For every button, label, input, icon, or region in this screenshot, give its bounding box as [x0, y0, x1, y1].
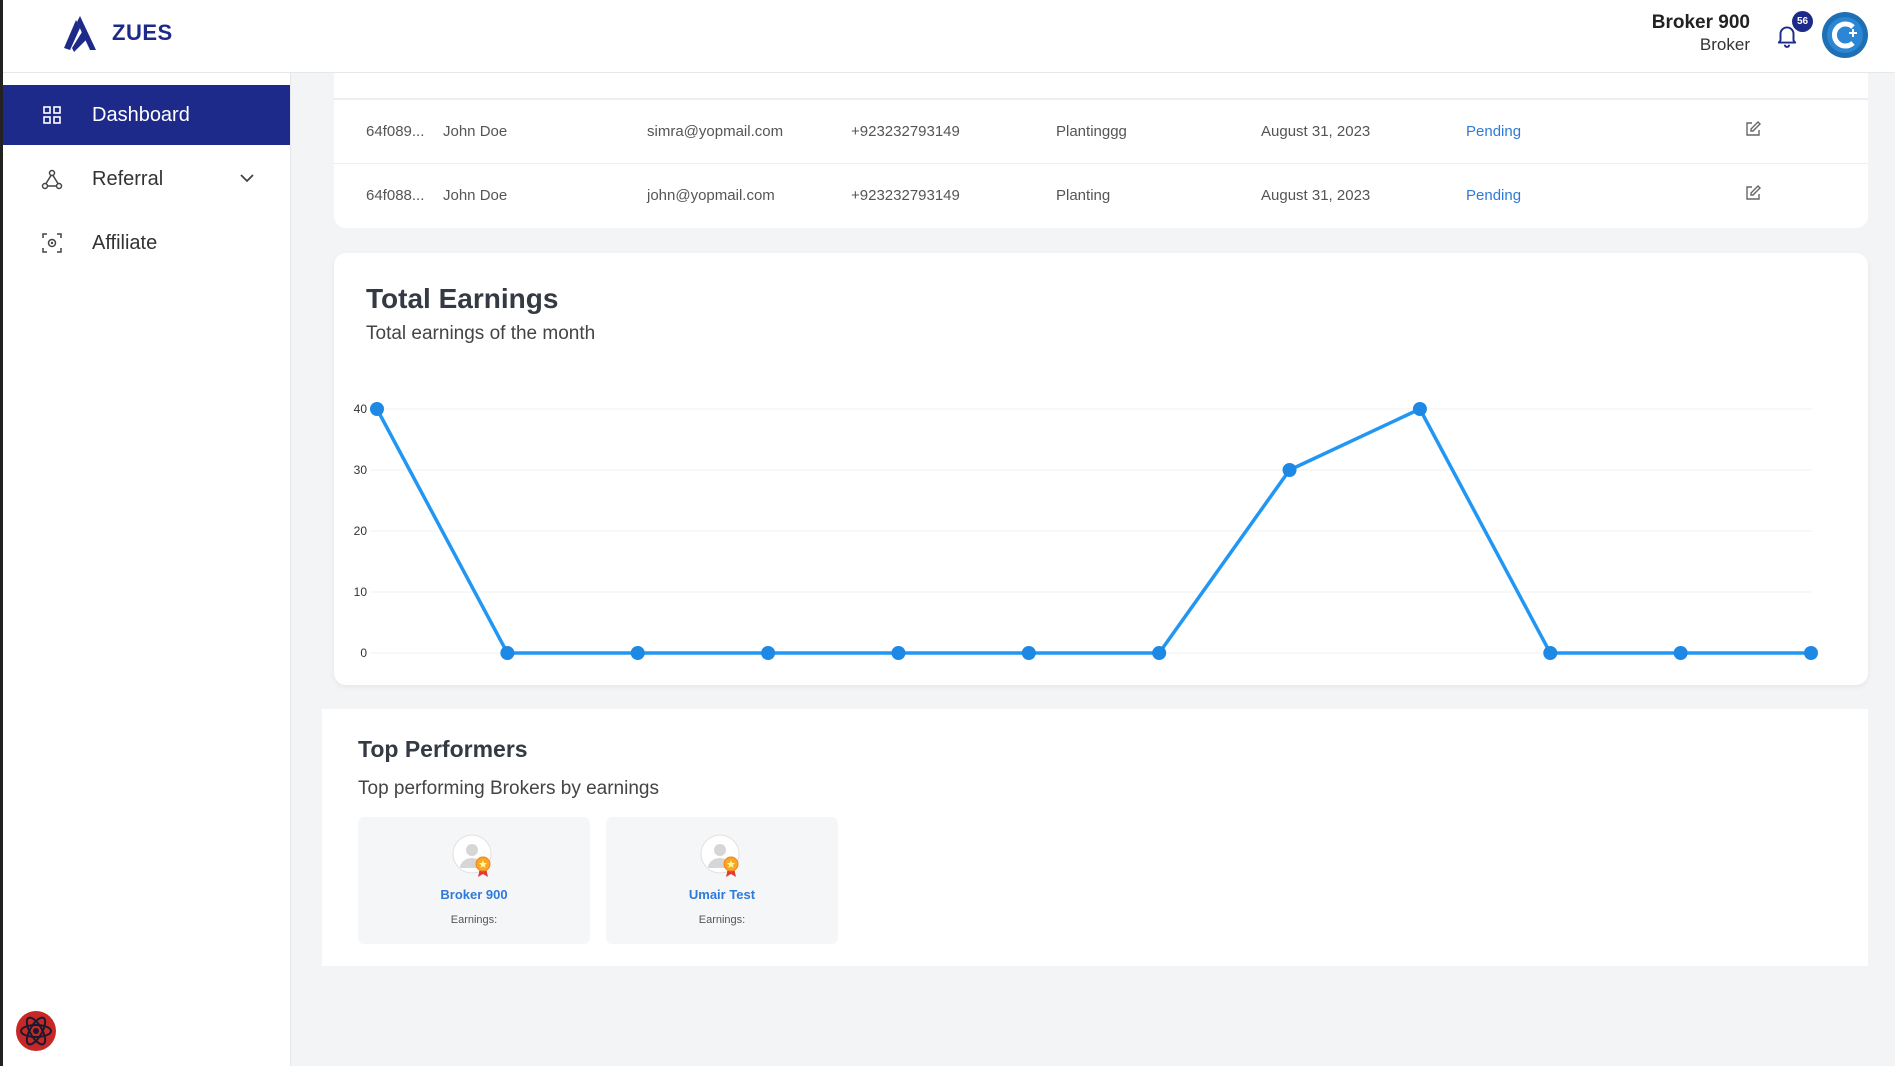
performer-name: Broker 900 [440, 887, 508, 902]
sidebar-item-dashboard[interactable]: Dashboard [3, 85, 290, 145]
performer-card[interactable]: Broker 900 Earnings: [358, 817, 590, 944]
cell-id: 64f089... [366, 123, 425, 140]
cell-name: John Doe [443, 123, 508, 140]
status-badge: Pending [1466, 123, 1522, 140]
table-row[interactable]: 64f088... John Doe john@yopmail.com +923… [334, 163, 1868, 227]
data-point [370, 402, 384, 416]
status-badge: Pending [1466, 187, 1522, 204]
total-earnings-card: 0 10 20 30 40 Total Earnings Total earnings … [334, 253, 1868, 685]
cell-phone: +923232793149 [851, 187, 960, 204]
data-point [761, 646, 776, 660]
cell-phone: +923232793149 [851, 123, 960, 140]
top-performers-title: Top Performers [358, 736, 528, 762]
table-row[interactable]: 64f089... John Doe simra@yopmail.com +92… [334, 99, 1868, 163]
sidebar-item-label: Referral [92, 167, 164, 190]
window-edge [0, 0, 3, 1066]
sidebar-item-affiliate[interactable]: Affiliate [3, 213, 290, 273]
top-header: ZUES Broker 900 Broker 56 [0, 0, 1895, 73]
user-name: Broker 900 [1651, 12, 1750, 33]
top-performers-subtitle: Top performing Brokers by earnings [358, 778, 659, 799]
sidebar-item-label: Affiliate [92, 231, 158, 254]
sidebar: Dashboard Referral Affiliate [3, 73, 291, 1066]
data-point [1152, 646, 1167, 660]
data-point [891, 646, 906, 660]
react-devtools-icon[interactable] [15, 1010, 57, 1052]
brand-logo[interactable]: ZUES [60, 12, 173, 54]
performer-earnings: Earnings: [698, 914, 746, 926]
zues-logo-icon [64, 16, 96, 52]
data-point [1543, 646, 1558, 660]
edit-icon[interactable] [1744, 184, 1762, 206]
cell-date: August 31, 2023 [1261, 187, 1371, 204]
dashboard-grid-icon [40, 103, 64, 127]
y-tick-label: 10 [354, 585, 368, 599]
cell-id: 64f088... [366, 187, 425, 204]
performer-card[interactable]: Umair Test Earnings: [606, 817, 838, 944]
cell-date: August 31, 2023 [1261, 123, 1371, 140]
broker-award-avatar-icon [452, 834, 492, 877]
cell-email: john@yopmail.com [647, 187, 775, 204]
cell-name: John Doe [443, 187, 508, 204]
data-point [1673, 646, 1688, 660]
avatar[interactable] [1822, 12, 1868, 58]
affiliate-icon [40, 231, 64, 255]
y-tick-label: 40 [354, 402, 368, 416]
cell-email: simra@yopmail.com [647, 123, 784, 140]
table-row-partial [334, 73, 1868, 99]
chevron-down-icon[interactable] [238, 169, 256, 187]
data-point [1412, 402, 1427, 416]
data-point [500, 646, 515, 660]
performer-earnings: Earnings: [450, 914, 498, 926]
earnings-line-chart: 0 10 20 30 40 [354, 402, 1818, 660]
edit-icon[interactable] [1744, 120, 1762, 142]
user-role: Broker [1699, 35, 1750, 54]
cell-business: Planting [1056, 187, 1111, 204]
brand-name: ZUES [112, 20, 173, 45]
y-tick-label: 20 [354, 524, 368, 538]
y-tick-label: 30 [354, 463, 368, 477]
broker-award-avatar-icon [700, 834, 740, 877]
profile-logo-icon [1827, 17, 1863, 53]
earnings-title: Total Earnings [366, 283, 559, 314]
earnings-subtitle: Total earnings of the month [366, 323, 596, 344]
user-info[interactable]: Broker 900 Broker [1652, 12, 1750, 55]
performer-name: Umair Test [688, 887, 756, 902]
data-point [1804, 646, 1818, 660]
y-tick-label: 0 [360, 646, 367, 660]
notification-badge: 56 [1792, 11, 1813, 32]
top-performers-card: Top Performers Top performing Brokers by… [322, 709, 1868, 966]
sidebar-item-label: Dashboard [92, 103, 190, 126]
data-point [630, 646, 645, 660]
referral-network-icon [40, 167, 64, 191]
data-point [1021, 646, 1036, 660]
cell-business: Plantinggg [1056, 123, 1127, 140]
data-point [1282, 463, 1297, 477]
referrals-table: 64f089... John Doe simra@yopmail.com +92… [334, 73, 1868, 228]
sidebar-item-referral[interactable]: Referral [3, 149, 290, 209]
